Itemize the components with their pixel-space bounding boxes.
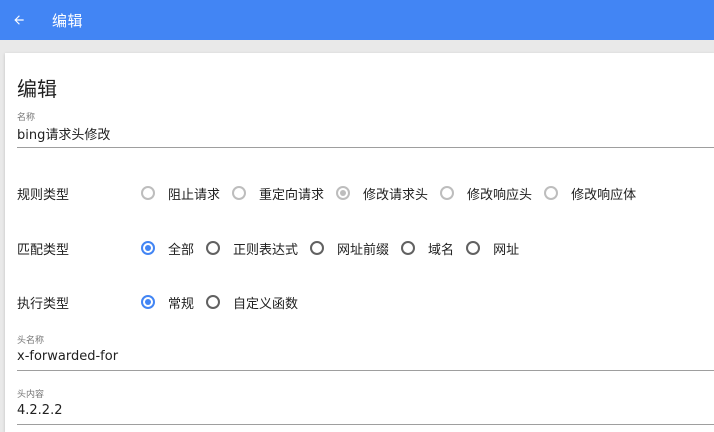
- arrow-left-icon: [14, 15, 24, 25]
- rule-type-option-0: 阻止请求: [141, 184, 220, 203]
- rule-type-row: 规则类型 阻止请求 重定向请求 修改请求头 修改响应头 修改响应体: [17, 181, 714, 205]
- exec-type-radio-0[interactable]: [141, 295, 155, 309]
- header-value-field: 头内容: [17, 390, 714, 425]
- exec-type-option-0[interactable]: 常规: [141, 293, 194, 312]
- rule-type-radio-4: [544, 186, 559, 200]
- rule-type-option-label-1: 重定向请求: [259, 187, 325, 203]
- match-type-option-label-1: 正则表达式: [233, 242, 299, 258]
- exec-type-row: 执行类型 常规 自定义函数: [17, 290, 714, 314]
- match-type-option-2[interactable]: 网址前缀: [310, 239, 389, 258]
- match-type-radio-1[interactable]: [206, 241, 221, 255]
- exec-type-option-label-1: 自定义函数: [233, 296, 299, 312]
- name-field: 名称: [17, 113, 714, 148]
- match-type-option-label-2: 网址前缀: [337, 242, 390, 258]
- match-type-options: 全部 正则表达式 网址前缀 域名 网址: [141, 239, 531, 258]
- rule-type-option-2: 修改请求头: [336, 184, 428, 203]
- match-type-option-4[interactable]: 网址: [466, 239, 519, 258]
- exec-type-label: 执行类型: [17, 296, 70, 312]
- rule-type-radio-2: [336, 186, 351, 200]
- match-type-option-label-4: 网址: [493, 242, 520, 258]
- name-field-label: 名称: [17, 113, 36, 123]
- header-value-input[interactable]: [17, 401, 714, 425]
- header-name-field: 头名称: [17, 336, 714, 371]
- exec-type-options: 常规 自定义函数: [141, 293, 310, 312]
- rule-type-option-1: 重定向请求: [232, 184, 324, 203]
- back-button[interactable]: [2, 0, 36, 40]
- header-name-input[interactable]: [17, 347, 714, 371]
- rule-type-options: 阻止请求 重定向请求 修改请求头 修改响应头 修改响应体: [141, 184, 648, 203]
- match-type-label: 匹配类型: [17, 242, 70, 258]
- header-name-label: 头名称: [17, 336, 45, 346]
- match-type-radio-4[interactable]: [466, 241, 481, 255]
- rule-type-radio-1: [232, 186, 247, 200]
- rule-type-option-4: 修改响应体: [544, 184, 636, 203]
- match-type-option-label-3: 域名: [428, 242, 455, 258]
- exec-type-option-label-0: 常规: [168, 296, 195, 312]
- match-type-option-1[interactable]: 正则表达式: [206, 239, 298, 258]
- match-type-radio-2[interactable]: [310, 241, 325, 255]
- rule-type-option-label-0: 阻止请求: [168, 187, 221, 203]
- match-type-radio-3[interactable]: [401, 241, 416, 255]
- match-type-option-0[interactable]: 全部: [141, 239, 194, 258]
- match-type-option-3[interactable]: 域名: [401, 239, 454, 258]
- rule-type-option-3: 修改响应头: [440, 184, 532, 203]
- app-bar: 编辑: [0, 0, 714, 40]
- exec-type-option-1[interactable]: 自定义函数: [206, 293, 298, 312]
- match-type-row: 匹配类型 全部 正则表达式 网址前缀 域名 网址: [17, 236, 714, 260]
- card-title: 编辑: [17, 77, 57, 101]
- rule-type-option-label-2: 修改请求头: [363, 187, 429, 203]
- exec-type-radio-1[interactable]: [206, 295, 221, 309]
- rule-type-radio-3: [440, 186, 455, 200]
- rule-type-label: 规则类型: [17, 187, 70, 203]
- match-type-radio-0[interactable]: [141, 241, 155, 255]
- rule-type-radio-0: [141, 186, 155, 200]
- rule-type-option-label-3: 修改响应头: [467, 187, 533, 203]
- app-bar-title: 编辑: [52, 11, 84, 30]
- name-input[interactable]: [17, 124, 714, 148]
- match-type-option-label-0: 全部: [168, 242, 195, 258]
- rule-type-option-label-4: 修改响应体: [571, 187, 637, 203]
- header-value-label: 头内容: [17, 390, 45, 400]
- edit-card: 编辑 名称 规则类型 阻止请求 重定向请求 修改请求头 修改响应头 修改响应体 匹配类型…: [5, 53, 714, 432]
